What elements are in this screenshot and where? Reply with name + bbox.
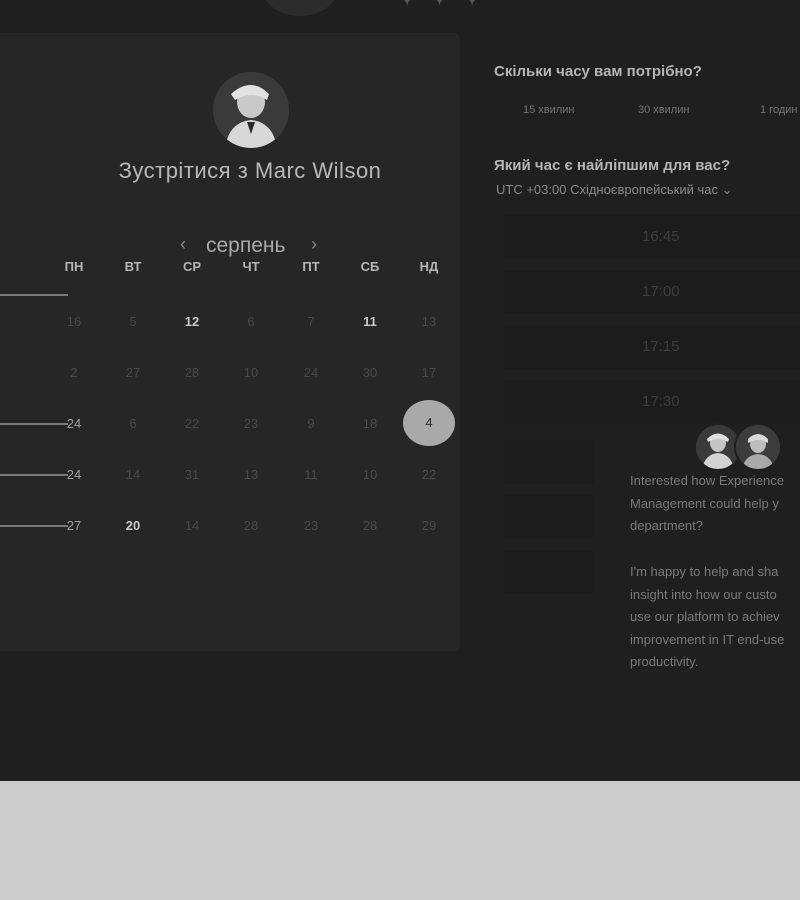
weekday-label: СР bbox=[182, 259, 202, 274]
calendar-day[interactable]: 13 bbox=[231, 467, 271, 482]
calendar-day[interactable]: 10 bbox=[231, 365, 271, 380]
calendar-day[interactable]: 11 bbox=[291, 467, 331, 482]
calendar-day[interactable]: 27 bbox=[113, 365, 153, 380]
calendar-day[interactable]: 12 bbox=[172, 314, 212, 329]
timezone-select[interactable]: UTC +03:00 Східноєвропейський час ⌄ bbox=[496, 182, 732, 198]
meeting-title: Зустрітися з Marc Wilson bbox=[118, 158, 382, 183]
time-question: Який час є найліпшим для вас? bbox=[494, 157, 731, 174]
calendar-day[interactable]: 13 bbox=[409, 314, 449, 329]
chevron-left-icon[interactable]: ‹ bbox=[180, 234, 186, 255]
duration-question: Скільки часу вам потрібно? bbox=[494, 63, 702, 80]
calendar-day[interactable]: 30 bbox=[350, 365, 390, 380]
calendar-day[interactable]: 4 bbox=[403, 400, 455, 446]
calendar-day[interactable]: 5 bbox=[113, 314, 153, 329]
time-slot-label: 17:15 bbox=[642, 338, 680, 355]
weekday-label: СБ bbox=[360, 259, 380, 274]
weekday-label: ПН bbox=[64, 259, 84, 274]
calendar-day[interactable]: 28 bbox=[172, 365, 212, 380]
calendar-day[interactable]: 14 bbox=[113, 467, 153, 482]
duration-option-15[interactable]: 15 хвилин bbox=[523, 104, 574, 116]
weekday-label: ЧТ bbox=[242, 259, 260, 274]
time-slot-label: 17:00 bbox=[642, 283, 680, 300]
time-slot-label: 17:30 bbox=[642, 393, 680, 410]
calendar-day[interactable]: 14 bbox=[172, 518, 212, 533]
calendar-day[interactable]: 23 bbox=[291, 518, 331, 533]
host-avatar bbox=[213, 72, 289, 148]
duration-option-60[interactable]: 1 годин bbox=[760, 104, 797, 116]
calendar-day[interactable]: 20 bbox=[113, 518, 153, 533]
calendar-day[interactable]: 24 bbox=[54, 416, 94, 431]
duration-option-30[interactable]: 30 хвилин bbox=[638, 104, 689, 116]
calendar-day[interactable]: 18 bbox=[350, 416, 390, 431]
message-paragraph: I'm happy to help and sha insight into h… bbox=[630, 564, 785, 670]
weekday-label: НД bbox=[419, 259, 439, 274]
calendar-day[interactable]: 27 bbox=[54, 518, 94, 533]
weekday-label: ПТ bbox=[302, 259, 320, 274]
calendar-day[interactable]: 6 bbox=[113, 416, 153, 431]
calendar-day[interactable]: 31 bbox=[172, 467, 212, 482]
calendar-day[interactable]: 29 bbox=[409, 518, 449, 533]
calendar-day[interactable]: 28 bbox=[350, 518, 390, 533]
time-slot[interactable] bbox=[504, 495, 594, 539]
scheduler-page: ✦✦✦ Зустрітися з Marc Wilson ‹ серпень ›… bbox=[0, 0, 800, 781]
calendar-day[interactable]: 23 bbox=[231, 416, 271, 431]
calendar-day[interactable]: 22 bbox=[172, 416, 212, 431]
logo-mark bbox=[262, 0, 338, 16]
time-slot-label: 16:45 bbox=[642, 228, 680, 245]
calendar-day[interactable]: 10 bbox=[350, 467, 390, 482]
chevron-right-icon[interactable]: › bbox=[311, 234, 317, 255]
calendar-day[interactable]: 6 bbox=[231, 314, 271, 329]
person-icon bbox=[736, 425, 780, 469]
person-icon bbox=[213, 72, 289, 148]
calendar-day[interactable]: 7 bbox=[291, 314, 331, 329]
message-paragraph: Interested how Experience Management cou… bbox=[630, 473, 784, 534]
row-indicator bbox=[0, 294, 68, 296]
time-slot[interactable] bbox=[504, 550, 594, 594]
weekday-label: ВТ bbox=[124, 259, 142, 274]
calendar-day[interactable]: 28 bbox=[231, 518, 271, 533]
calendar-day[interactable]: 17 bbox=[409, 365, 449, 380]
logo-text: ✦✦✦ bbox=[398, 0, 495, 12]
calendar-day[interactable]: 24 bbox=[54, 467, 94, 482]
calendar-day[interactable]: 11 bbox=[350, 314, 390, 329]
calendar-day[interactable]: 24 bbox=[291, 365, 331, 380]
contact-avatar bbox=[734, 423, 782, 471]
calendar-day[interactable]: 22 bbox=[409, 467, 449, 482]
calendar-day[interactable]: 16 bbox=[54, 314, 94, 329]
calendar-day[interactable]: 2 bbox=[54, 365, 94, 380]
calendar-day[interactable]: 9 bbox=[291, 416, 331, 431]
time-slot[interactable] bbox=[504, 440, 594, 484]
month-label: серпень bbox=[206, 234, 286, 257]
